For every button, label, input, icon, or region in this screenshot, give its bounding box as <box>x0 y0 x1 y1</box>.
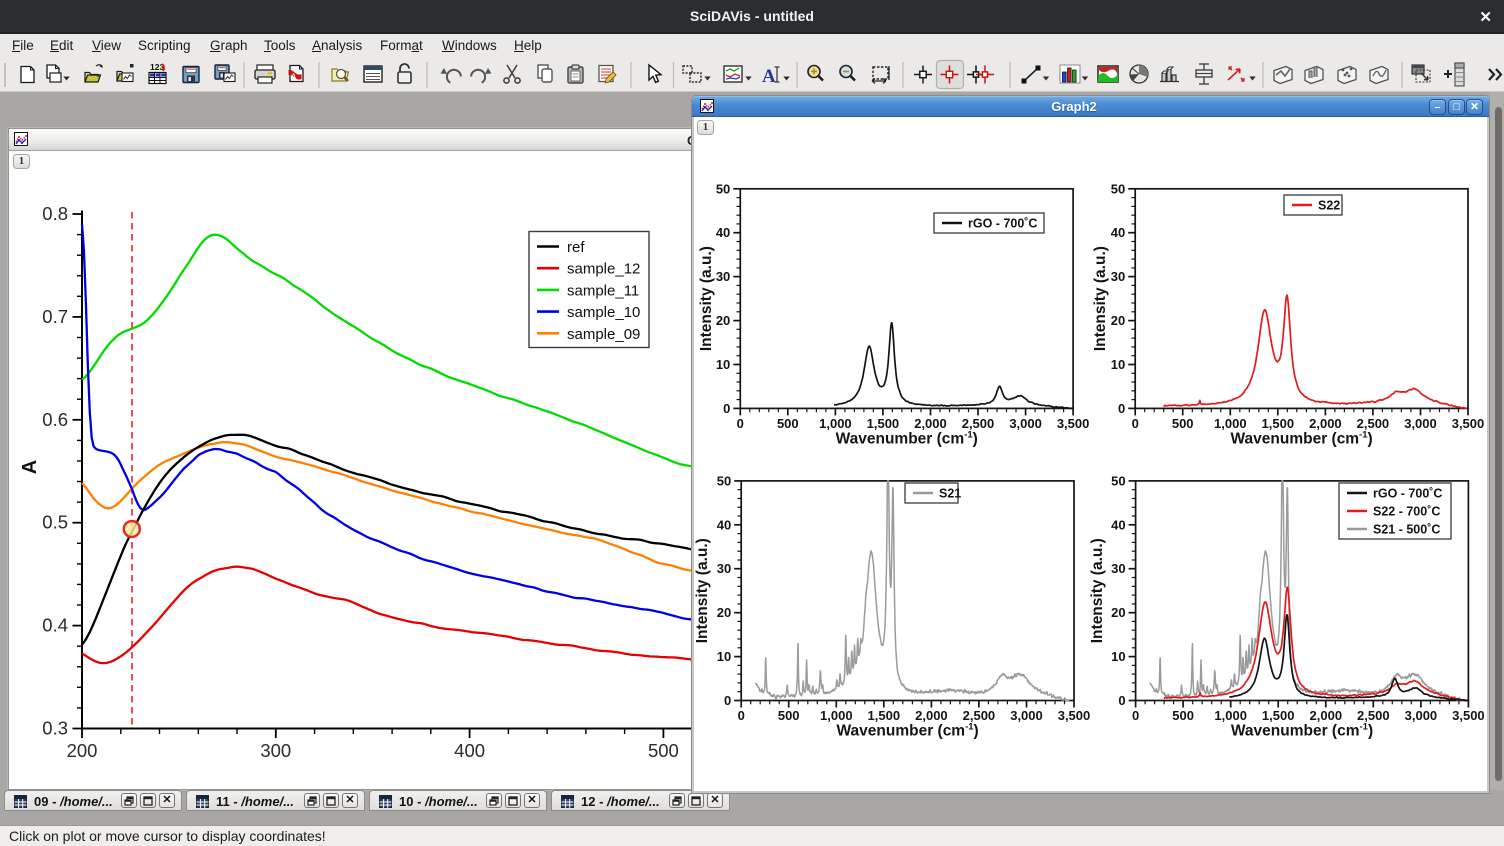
svg-text:3,500: 3,500 <box>1057 416 1090 431</box>
svg-text:1,500: 1,500 <box>868 708 901 723</box>
svg-text:0: 0 <box>723 401 730 416</box>
svg-text:20: 20 <box>717 605 731 620</box>
svg-text:3,000: 3,000 <box>1404 416 1437 431</box>
svg-text:S22 - 700˚C: S22 - 700˚C <box>1373 505 1440 519</box>
svg-text:20: 20 <box>716 313 730 328</box>
svg-text:40: 40 <box>717 517 731 532</box>
svg-text:0: 0 <box>737 416 744 431</box>
svg-text:3,000: 3,000 <box>1009 416 1042 431</box>
svg-text:S21: S21 <box>939 487 961 501</box>
svg-text:50: 50 <box>1111 181 1125 196</box>
svg-text:500: 500 <box>778 708 800 723</box>
svg-text:1,500: 1,500 <box>1262 416 1295 431</box>
svg-text:2,000: 2,000 <box>914 416 947 431</box>
svg-text:0: 0 <box>1118 693 1125 708</box>
svg-text:3,000: 3,000 <box>1010 708 1043 723</box>
svg-text:0: 0 <box>1132 416 1139 431</box>
svg-text:500: 500 <box>777 416 799 431</box>
svg-text:30: 30 <box>1111 561 1125 576</box>
svg-text:30: 30 <box>1111 269 1125 284</box>
svg-text:30: 30 <box>716 269 730 284</box>
svg-text:40: 40 <box>1111 517 1125 532</box>
svg-text:Intensity (a.u.): Intensity (a.u.) <box>694 538 711 643</box>
svg-text:1,000: 1,000 <box>819 416 852 431</box>
svg-text:Wavenumber (cm-1): Wavenumber (cm-1) <box>1230 429 1372 447</box>
svg-text:10: 10 <box>1111 649 1125 664</box>
svg-text:500: 500 <box>1172 416 1194 431</box>
svg-text:Wavenumber (cm-1): Wavenumber (cm-1) <box>836 722 978 740</box>
svg-text:50: 50 <box>716 181 730 196</box>
svg-text:1,000: 1,000 <box>820 708 853 723</box>
svg-text:10: 10 <box>717 649 731 664</box>
svg-text:Intensity (a.u.): Intensity (a.u.) <box>1092 246 1109 351</box>
svg-text:1,500: 1,500 <box>1262 708 1295 723</box>
svg-text:1,000: 1,000 <box>1214 416 1247 431</box>
svg-text:10: 10 <box>716 357 730 372</box>
svg-text:40: 40 <box>1111 225 1125 240</box>
svg-text:S22: S22 <box>1318 199 1340 213</box>
svg-text:1,000: 1,000 <box>1214 708 1247 723</box>
svg-text:0: 0 <box>1132 708 1139 723</box>
svg-text:rGO - 700˚C: rGO - 700˚C <box>968 217 1037 231</box>
svg-text:50: 50 <box>1111 473 1125 488</box>
svg-text:rGO - 700˚C: rGO - 700˚C <box>1373 487 1442 501</box>
svg-text:30: 30 <box>717 561 731 576</box>
svg-text:20: 20 <box>1111 313 1125 328</box>
svg-text:2,000: 2,000 <box>1309 416 1342 431</box>
svg-text:3,000: 3,000 <box>1405 708 1438 723</box>
svg-text:2,000: 2,000 <box>915 708 948 723</box>
svg-text:Intensity (a.u.): Intensity (a.u.) <box>698 246 715 351</box>
svg-text:0: 0 <box>724 693 731 708</box>
svg-text:3,500: 3,500 <box>1058 708 1091 723</box>
svg-text:40: 40 <box>716 225 730 240</box>
svg-text:10: 10 <box>1111 357 1125 372</box>
svg-text:20: 20 <box>1111 605 1125 620</box>
svg-text:0: 0 <box>738 708 745 723</box>
svg-text:3,500: 3,500 <box>1452 416 1485 431</box>
svg-text:0: 0 <box>1118 401 1125 416</box>
svg-text:3,500: 3,500 <box>1452 708 1485 723</box>
svg-text:1,500: 1,500 <box>867 416 900 431</box>
svg-text:Wavenumber (cm-1): Wavenumber (cm-1) <box>1231 722 1373 740</box>
svg-text:S21 - 500˚C: S21 - 500˚C <box>1373 523 1440 537</box>
svg-text:Intensity (a.u.): Intensity (a.u.) <box>1089 538 1106 643</box>
svg-text:Wavenumber (cm-1): Wavenumber (cm-1) <box>836 429 978 447</box>
svg-text:50: 50 <box>717 473 731 488</box>
svg-text:2,000: 2,000 <box>1310 708 1343 723</box>
svg-text:500: 500 <box>1172 708 1194 723</box>
